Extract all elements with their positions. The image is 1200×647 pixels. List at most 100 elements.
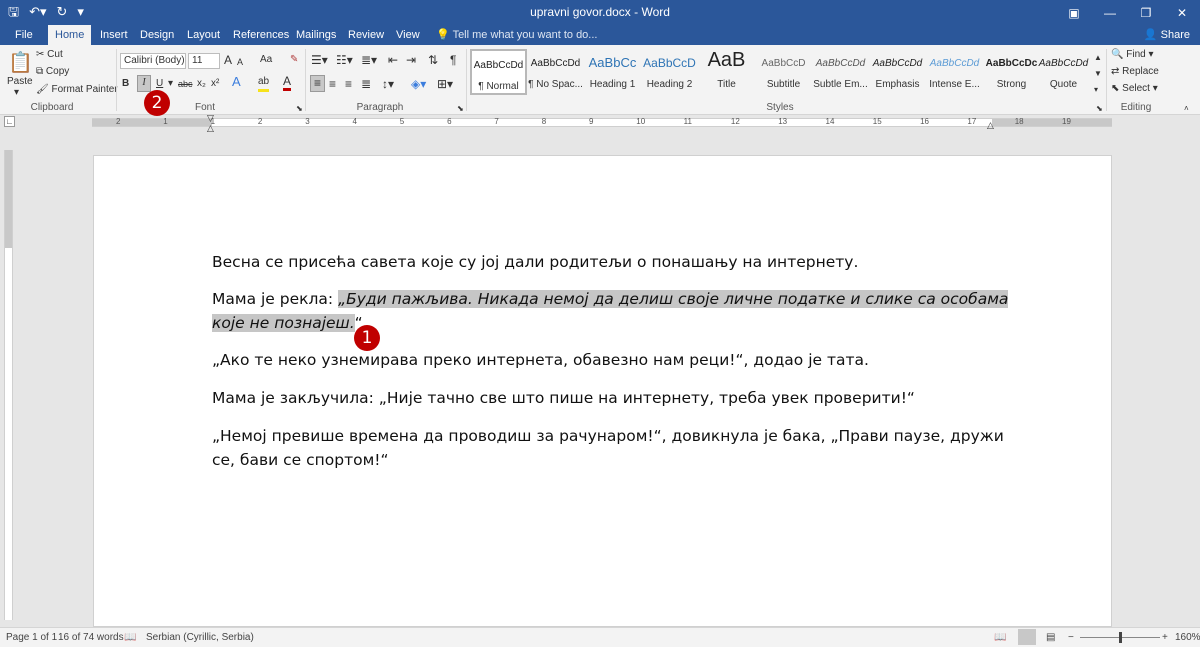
share-button[interactable]: 👤 Share <box>1144 28 1190 41</box>
style-no-spacing[interactable]: AaBbCcDd ¶ No Spac... <box>527 49 584 95</box>
paragraph-dialog-launcher-icon[interactable]: ⬊ <box>457 102 464 116</box>
paragraph-4[interactable]: Мама је закључила: „Није тачно све што п… <box>212 386 915 410</box>
styles-dialog-launcher-icon[interactable]: ⬊ <box>1096 102 1103 116</box>
numbering-icon[interactable]: ☷▾ <box>336 53 353 67</box>
strikethrough-button[interactable]: abc <box>178 77 193 91</box>
tab-design[interactable]: Design <box>133 25 181 45</box>
paragraph-1[interactable]: Весна се присећа савета које су јој дали… <box>212 250 858 274</box>
copy-button[interactable]: ⧉ Copy <box>36 65 69 79</box>
zoom-level[interactable]: 160% <box>1175 632 1200 643</box>
selected-text[interactable]: „Буди пажљива. Никада немој да делиш сво… <box>338 290 1009 308</box>
tab-file[interactable]: File <box>8 25 40 45</box>
line-spacing-icon[interactable]: ↕▾ <box>382 77 394 91</box>
style-subtitle[interactable]: AaBbCcD Subtitle <box>755 49 812 95</box>
style-heading-2[interactable]: AaBbCcD Heading 2 <box>641 49 698 95</box>
superscript-button[interactable]: x² <box>211 77 219 91</box>
tell-me-box[interactable]: 💡 Tell me what you want to do... <box>436 28 597 41</box>
tab-view[interactable]: View <box>389 25 427 45</box>
paste-button[interactable]: Paste <box>7 75 33 89</box>
change-case-button[interactable]: Aa <box>260 53 272 67</box>
show-marks-icon[interactable]: ¶ <box>450 53 456 67</box>
tab-references[interactable]: References <box>226 25 296 45</box>
subscript-button[interactable]: x₂ <box>197 77 206 91</box>
paste-icon[interactable]: 📋 <box>8 51 33 75</box>
tab-insert[interactable]: Insert <box>93 25 135 45</box>
vertical-ruler[interactable] <box>4 150 13 620</box>
ribbon-display-icon[interactable]: ▣ <box>1056 0 1092 25</box>
cut-button[interactable]: ✂ Cut <box>36 48 63 62</box>
shrink-font-icon[interactable]: A <box>237 55 243 69</box>
tab-mailings[interactable]: Mailings <box>289 25 343 45</box>
selected-text[interactable]: које не познајеш. <box>212 314 355 332</box>
justify-icon[interactable]: ≣ <box>361 77 371 91</box>
web-layout-icon[interactable]: ▤ <box>1046 632 1055 643</box>
tab-home[interactable]: Home <box>48 25 92 45</box>
print-layout-icon[interactable] <box>1018 629 1036 645</box>
font-size-combo[interactable]: 11 <box>188 53 220 69</box>
italic-button[interactable]: I <box>137 75 151 92</box>
underline-dropdown-icon[interactable]: ▾ <box>168 77 173 91</box>
zoom-slider-thumb[interactable] <box>1119 632 1122 643</box>
minimize-icon[interactable]: — <box>1092 0 1128 25</box>
read-mode-icon[interactable]: 📖 <box>994 632 1006 643</box>
styles-scroll-down-icon[interactable]: ▼ <box>1094 67 1102 81</box>
bold-button[interactable]: B <box>122 77 129 91</box>
style-quote[interactable]: AaBbCcDd Quote <box>1035 49 1092 95</box>
style-subtle-emphasis[interactable]: AaBbCcDd Subtle Em... <box>812 49 869 95</box>
style-strong[interactable]: AaBbCcDc Strong <box>983 49 1040 95</box>
font-dialog-launcher-icon[interactable]: ⬊ <box>296 102 303 116</box>
font-name-combo[interactable]: Calibri (Body) <box>120 53 186 69</box>
select-button[interactable]: ⬉ Select ▾ <box>1111 82 1158 96</box>
style-intense-emphasis[interactable]: AaBbCcDd Intense E... <box>926 49 983 95</box>
bullets-icon[interactable]: ☰▾ <box>311 53 328 67</box>
paragraph-5-line-1[interactable]: „Немој превише времена да проводиш за ра… <box>212 424 1004 448</box>
collapse-ribbon-icon[interactable]: ˄ <box>1184 102 1189 116</box>
paragraph-5-line-2[interactable]: се, бави се спортом!“ <box>212 448 389 472</box>
sort-icon[interactable]: ⇅ <box>428 53 438 67</box>
paragraph-group-label: Paragraph <box>356 102 404 113</box>
styles-more-icon[interactable]: ▾ <box>1094 83 1098 97</box>
increase-indent-icon[interactable]: ⇥ <box>406 53 416 67</box>
restore-icon[interactable]: ❐ <box>1128 0 1164 25</box>
styles-scroll-up-icon[interactable]: ▲ <box>1094 51 1102 65</box>
align-left-icon[interactable]: ≡ <box>310 75 325 92</box>
paragraph-2-line-1[interactable]: Мама је рекла: „Буди пажљива. Никада нем… <box>212 287 1009 311</box>
replace-button[interactable]: ⇄ Replace <box>1111 65 1159 79</box>
proofing-icon[interactable]: 📖 <box>124 632 136 643</box>
tab-selector-icon[interactable]: ∟ <box>4 116 15 127</box>
text-effects-icon[interactable]: A <box>232 75 241 89</box>
first-line-indent-marker[interactable]: ▽ <box>207 114 214 123</box>
find-button[interactable]: 🔍 Find ▾ <box>1111 48 1154 62</box>
font-color-icon[interactable]: A <box>283 74 292 91</box>
style-heading-1[interactable]: AaBbCc Heading 1 <box>584 49 641 95</box>
borders-icon[interactable]: ⊞▾ <box>437 77 453 91</box>
language-indicator[interactable]: Serbian (Cyrillic, Serbia) <box>146 632 254 643</box>
paste-dropdown-icon[interactable]: ▾ <box>14 86 19 100</box>
close-icon[interactable]: ✕ <box>1164 0 1200 25</box>
style-normal[interactable]: AaBbCcDd ¶ Normal <box>470 49 527 95</box>
align-center-icon[interactable]: ≡ <box>329 77 336 91</box>
horizontal-ruler[interactable]: 2 1 1 2 3 4 5 6 7 8 9 10 11 12 13 14 15 16 17 18 19 <box>92 117 1112 127</box>
align-right-icon[interactable]: ≡ <box>345 77 352 91</box>
zoom-out-icon[interactable]: − <box>1068 632 1074 643</box>
decrease-indent-icon[interactable]: ⇤ <box>388 53 398 67</box>
multilevel-list-icon[interactable]: ≣▾ <box>361 53 377 67</box>
highlight-icon[interactable]: ab <box>258 75 270 92</box>
word-count[interactable]: 16 of 74 words <box>58 632 124 643</box>
paragraph-3[interactable]: „Ако те неко узнемирава преко интернета,… <box>212 348 869 372</box>
grow-font-icon[interactable]: A <box>224 53 232 67</box>
style-emphasis[interactable]: AaBbCcDd Emphasis <box>869 49 926 95</box>
page-count[interactable]: Page 1 of 1 <box>6 632 57 643</box>
clear-formatting-icon[interactable]: ✎ <box>290 53 298 67</box>
underline-button[interactable]: U <box>156 77 163 91</box>
format-painter-button[interactable]: 🖌 Format Painter <box>36 83 118 97</box>
tab-layout[interactable]: Layout <box>180 25 227 45</box>
ruler-number: 3 <box>305 117 310 126</box>
hanging-indent-marker[interactable]: △ <box>207 124 214 133</box>
tab-review[interactable]: Review <box>341 25 391 45</box>
shading-icon[interactable]: ◈▾ <box>411 77 426 91</box>
zoom-in-icon[interactable]: + <box>1162 632 1168 643</box>
paragraph-2-line-2[interactable]: које не познајеш.“ <box>212 311 363 335</box>
right-indent-marker[interactable]: △ <box>987 121 994 130</box>
style-title[interactable]: AaB Title <box>698 49 755 95</box>
